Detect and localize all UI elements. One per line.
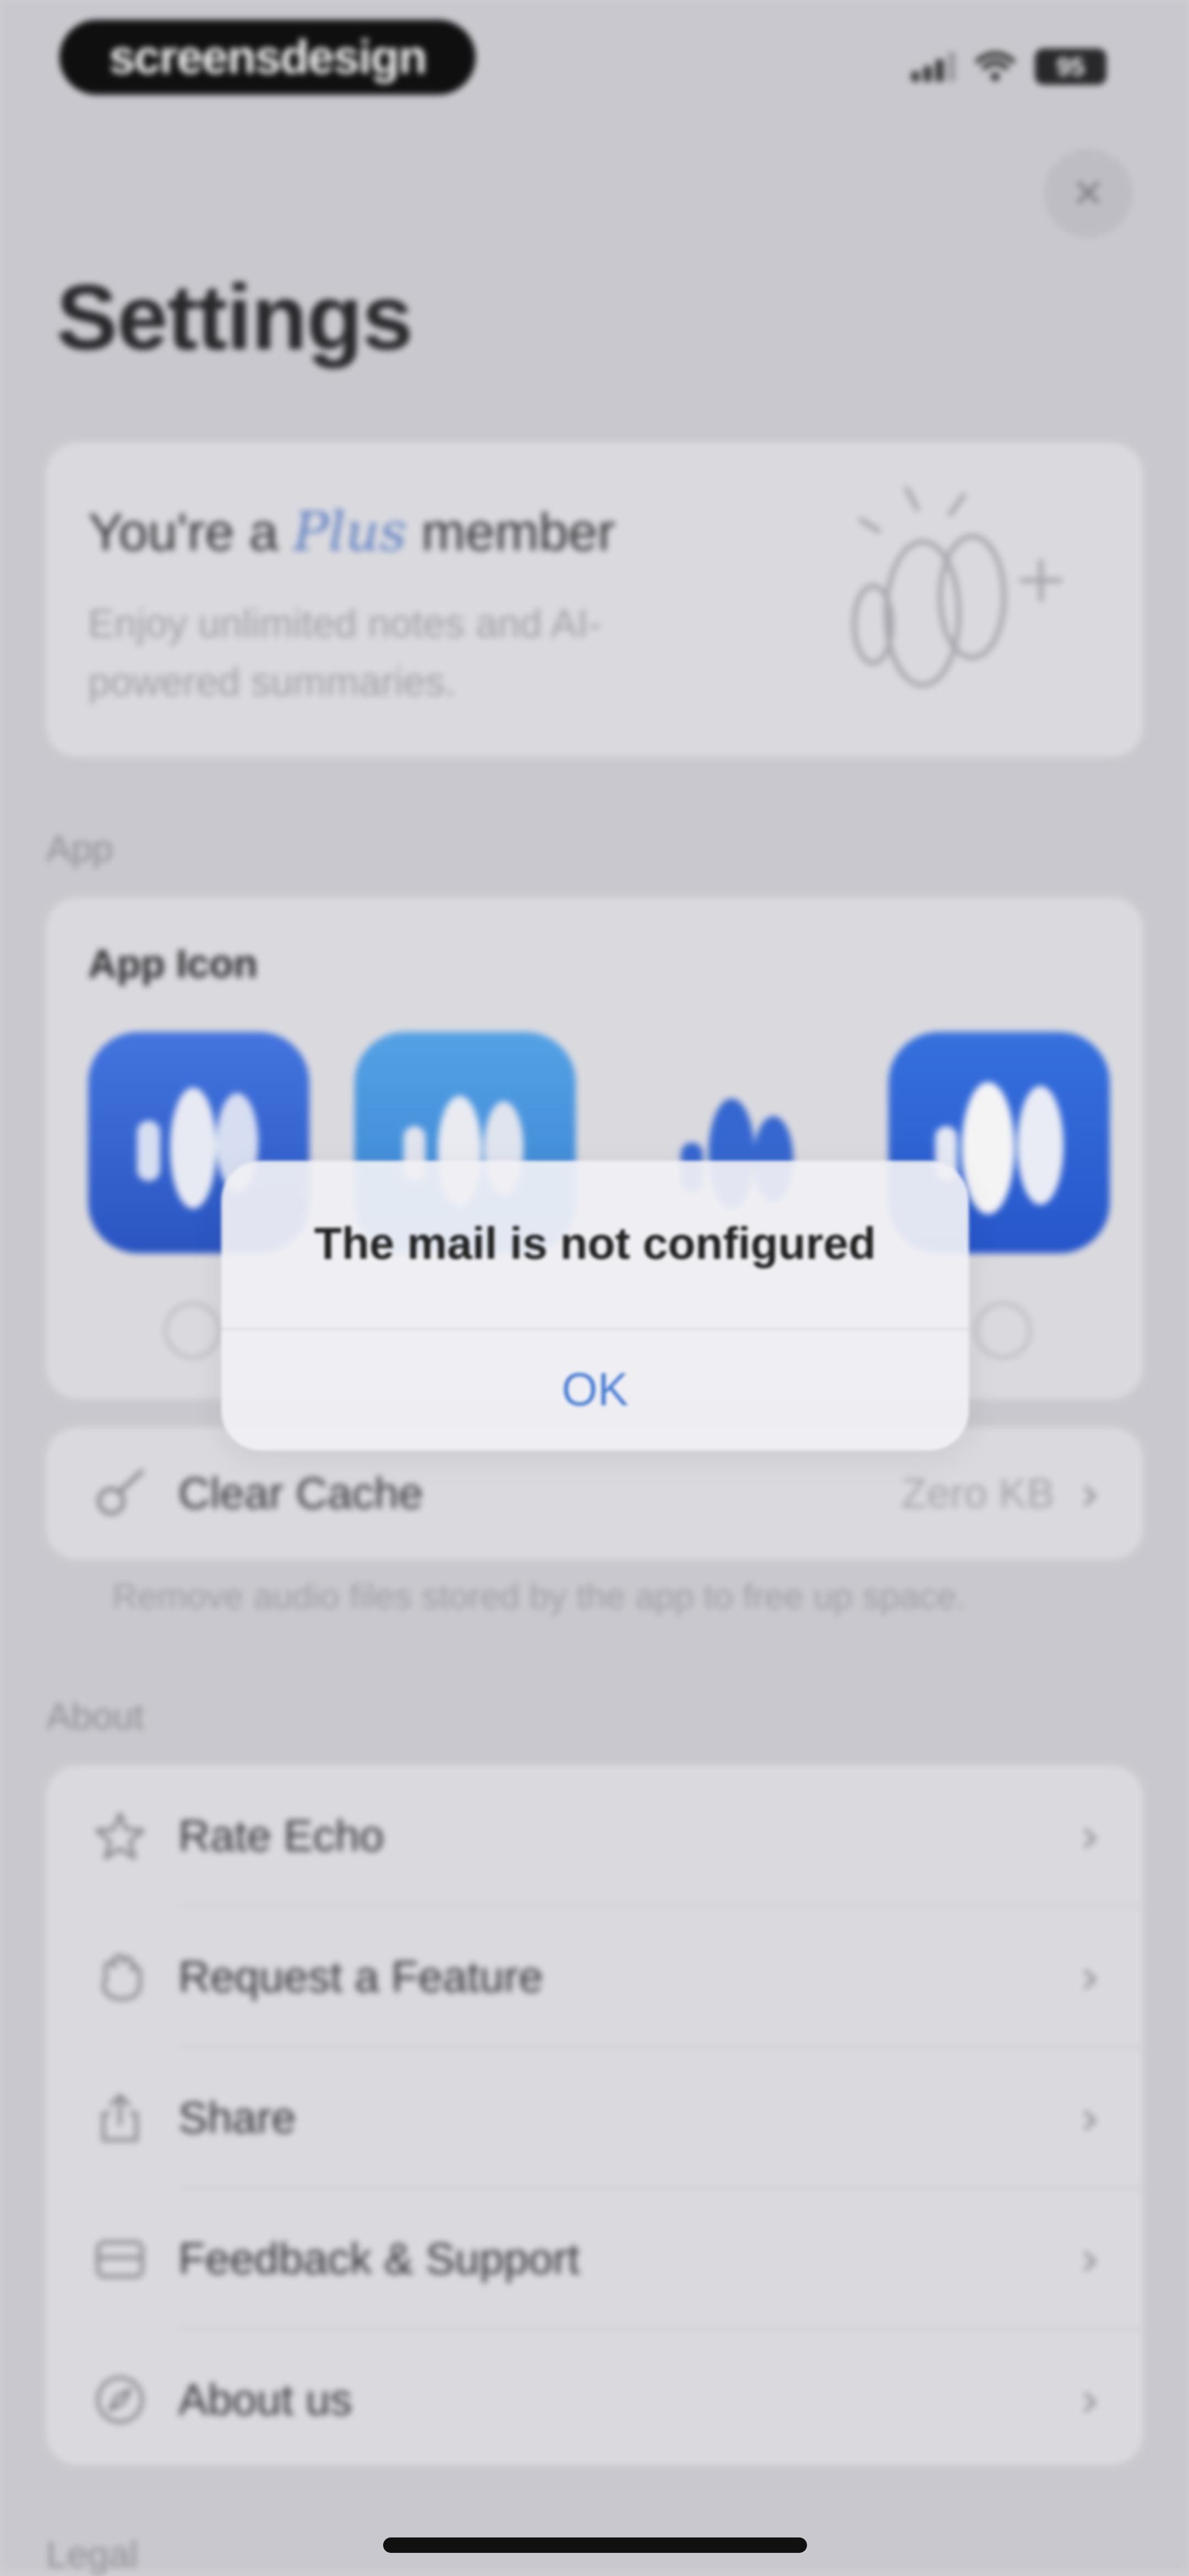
home-indicator[interactable] [383, 2537, 807, 2553]
alert-ok-button[interactable]: OK [221, 1328, 969, 1450]
alert-dialog: The mail is not configured OK [221, 1161, 969, 1450]
alert-title: The mail is not configured [314, 1219, 876, 1269]
